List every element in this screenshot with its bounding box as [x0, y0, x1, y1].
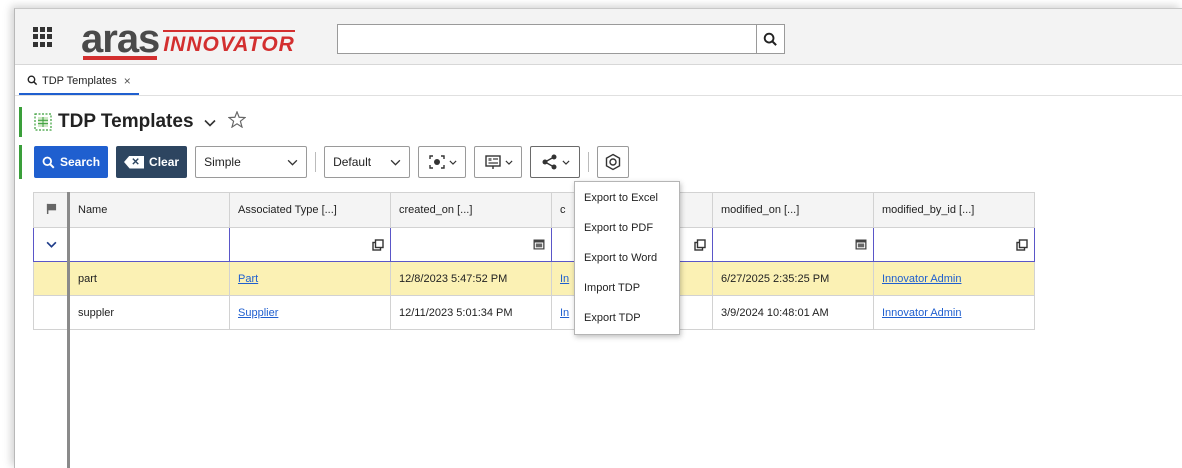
layout-value: Default: [333, 155, 372, 169]
column-header-modified-on[interactable]: modified_on [...]: [712, 192, 874, 228]
settings-button[interactable]: [597, 146, 630, 178]
search-icon: [763, 32, 777, 46]
associated-type-link[interactable]: Supplier: [238, 307, 278, 319]
cell-modified-on[interactable]: 3/9/2024 10:48:01 AM: [712, 295, 874, 330]
cell-modified-by[interactable]: Innovator Admin: [873, 295, 1035, 330]
toolbar-divider: [315, 152, 317, 172]
menu-item-import-tdp[interactable]: Import TDP: [575, 273, 679, 303]
modified-by-link[interactable]: Innovator Admin: [882, 273, 962, 285]
search-toolbar: Search ✕ Clear Simple Default: [19, 145, 630, 179]
cell-created-on[interactable]: 12/8/2023 5:47:52 PM: [390, 261, 552, 296]
layout-select[interactable]: Default: [324, 146, 411, 178]
calendar-icon[interactable]: [533, 239, 545, 250]
table-row[interactable]: part Part 12/8/2023 5:47:52 PM In 6/27/2…: [33, 261, 1035, 296]
chevron-down-icon: [505, 160, 513, 165]
search-icon: [27, 75, 38, 86]
report-icon: [484, 155, 501, 169]
flag-column-header[interactable]: [33, 192, 70, 228]
search-button[interactable]: Search: [34, 146, 109, 178]
cell-created-on[interactable]: 12/11/2023 5:01:34 PM: [390, 295, 552, 330]
views-button[interactable]: [418, 146, 467, 178]
logo-subtext: INNOVATOR: [163, 30, 295, 57]
column-header-associated-type[interactable]: Associated Type [...]: [229, 192, 391, 228]
aras-logo: aras INNOVATOR: [81, 13, 295, 61]
share-button[interactable]: [530, 146, 581, 178]
favorite-star-icon[interactable]: [226, 110, 247, 133]
chevron-down-icon[interactable]: [203, 115, 216, 130]
global-search-input[interactable]: [337, 24, 785, 54]
cell-name[interactable]: suppler: [69, 295, 230, 330]
row-flag-cell[interactable]: [33, 295, 70, 330]
tab-strip: TDP Templates ×: [15, 66, 1182, 96]
criteria-modified-by-input[interactable]: [873, 227, 1035, 262]
column-header-created-on[interactable]: created_on [...]: [390, 192, 552, 228]
item-picker-icon[interactable]: [372, 239, 384, 251]
column-header-name[interactable]: Name: [69, 192, 230, 228]
grid-icon: [34, 113, 52, 131]
table-row[interactable]: suppler Supplier 12/11/2023 5:01:34 PM I…: [33, 295, 1035, 330]
results-grid: Name Associated Type [...] created_on [.…: [33, 192, 1035, 330]
share-icon: [542, 154, 557, 170]
chevron-down-icon: [562, 160, 570, 165]
cell-modified-on[interactable]: 6/27/2025 2:35:25 PM: [712, 261, 874, 296]
clear-button[interactable]: ✕ Clear: [116, 146, 188, 178]
menu-item-export-tdp[interactable]: Export TDP: [575, 303, 679, 333]
calendar-icon[interactable]: [855, 239, 867, 250]
search-criteria-row: [33, 227, 1035, 262]
global-search-button[interactable]: [756, 25, 784, 53]
share-menu: Export to Excel Export to PDF Export to …: [574, 181, 680, 335]
chevron-down-icon: [46, 241, 57, 248]
flag-icon: [46, 203, 57, 214]
search-icon: [42, 156, 55, 168]
top-bar: aras INNOVATOR: [15, 9, 1182, 65]
app-window: aras INNOVATOR TDP Templates × TDP Templ…: [14, 8, 1182, 468]
tab-tdp-templates[interactable]: TDP Templates ×: [19, 68, 139, 95]
criteria-created-on-input[interactable]: [390, 227, 552, 262]
cell-modified-by[interactable]: Innovator Admin: [873, 261, 1035, 296]
chevron-down-icon: [390, 159, 401, 166]
tab-label: TDP Templates: [42, 74, 117, 87]
page-title: TDP Templates: [58, 111, 194, 132]
grid-splitter[interactable]: [67, 192, 70, 468]
menu-item-export-word[interactable]: Export to Word: [575, 243, 679, 273]
cell-associated-type[interactable]: Part: [229, 261, 391, 296]
clear-button-label: Clear: [149, 155, 180, 169]
backspace-icon: ✕: [124, 155, 145, 169]
page-title-row: TDP Templates: [19, 107, 247, 137]
criteria-name-input[interactable]: [69, 227, 230, 262]
menu-item-export-pdf[interactable]: Export to PDF: [575, 213, 679, 243]
close-icon[interactable]: ×: [124, 74, 131, 88]
gear-icon: [605, 153, 621, 171]
view-target-icon: [428, 155, 445, 169]
column-header-modified-by[interactable]: modified_by_id [...]: [873, 192, 1035, 228]
associated-type-link[interactable]: Part: [238, 273, 258, 285]
criteria-modified-on-input[interactable]: [712, 227, 874, 262]
created-by-link[interactable]: In: [560, 273, 569, 285]
search-mode-select[interactable]: Simple: [195, 146, 308, 178]
search-button-label: Search: [60, 155, 101, 169]
menu-item-export-excel[interactable]: Export to Excel: [575, 183, 679, 213]
app-menu-icon[interactable]: [33, 27, 53, 47]
modified-by-link[interactable]: Innovator Admin: [882, 307, 962, 319]
item-picker-icon[interactable]: [694, 239, 706, 251]
chevron-down-icon: [449, 160, 457, 165]
grid-header-row: Name Associated Type [...] created_on [.…: [33, 192, 1035, 228]
criteria-associated-type-input[interactable]: [229, 227, 391, 262]
logo-text: aras: [81, 17, 160, 61]
cell-name[interactable]: part: [69, 261, 230, 296]
chevron-down-icon: [287, 159, 298, 166]
row-flag-cell[interactable]: [33, 261, 70, 296]
item-picker-icon[interactable]: [1016, 239, 1028, 251]
cell-associated-type[interactable]: Supplier: [229, 295, 391, 330]
report-button[interactable]: [474, 146, 523, 178]
created-by-link[interactable]: In: [560, 307, 569, 319]
search-mode-value: Simple: [204, 155, 241, 169]
criteria-toggle[interactable]: [33, 227, 70, 262]
toolbar-divider: [588, 152, 590, 172]
